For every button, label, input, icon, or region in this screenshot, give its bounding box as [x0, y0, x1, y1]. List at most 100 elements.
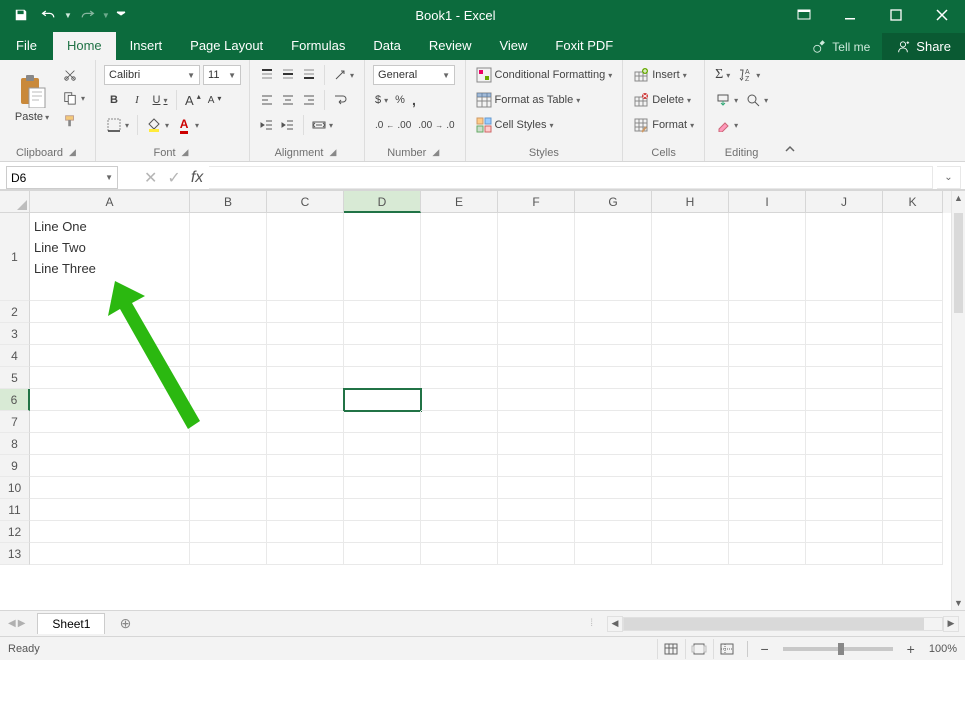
row-header[interactable]: 12: [0, 521, 30, 543]
cell[interactable]: [30, 367, 190, 389]
comma-button[interactable]: ,: [410, 90, 418, 110]
font-color-button[interactable]: A▾: [174, 115, 201, 135]
align-left-button[interactable]: [258, 90, 276, 110]
cell[interactable]: [729, 455, 806, 477]
cell[interactable]: [575, 301, 652, 323]
sort-filter-button[interactable]: AZ▾: [735, 65, 762, 85]
insert-function-icon[interactable]: fx: [191, 169, 203, 187]
column-header[interactable]: B: [190, 191, 267, 213]
increase-indent-button[interactable]: [279, 115, 297, 135]
row-header[interactable]: 13: [0, 543, 30, 565]
cell[interactable]: [190, 213, 267, 301]
cell[interactable]: [575, 389, 652, 411]
cell[interactable]: [421, 389, 498, 411]
column-header[interactable]: F: [498, 191, 575, 213]
hscroll-thumb[interactable]: [624, 618, 924, 630]
cell[interactable]: [344, 367, 421, 389]
cell[interactable]: [652, 367, 729, 389]
tab-insert[interactable]: Insert: [116, 32, 177, 60]
cell[interactable]: [652, 411, 729, 433]
cell[interactable]: [806, 433, 883, 455]
cell[interactable]: [30, 521, 190, 543]
cell[interactable]: [498, 477, 575, 499]
cell[interactable]: [344, 345, 421, 367]
cell[interactable]: [575, 213, 652, 301]
cell[interactable]: [729, 389, 806, 411]
ribbon-display-icon[interactable]: [781, 0, 827, 30]
cell[interactable]: [806, 389, 883, 411]
cell[interactable]: [190, 301, 267, 323]
cell[interactable]: [344, 477, 421, 499]
copy-button[interactable]: ▾: [60, 88, 87, 108]
wrap-text-button[interactable]: [331, 90, 349, 110]
cell[interactable]: [652, 477, 729, 499]
row-header[interactable]: 5: [0, 367, 30, 389]
cell[interactable]: [652, 213, 729, 301]
cell[interactable]: [652, 345, 729, 367]
cell[interactable]: [575, 499, 652, 521]
qat-customize[interactable]: [112, 2, 130, 28]
cell[interactable]: [729, 433, 806, 455]
cell[interactable]: [806, 323, 883, 345]
cell[interactable]: [267, 345, 344, 367]
cell[interactable]: [652, 301, 729, 323]
cell[interactable]: [729, 301, 806, 323]
format-painter-button[interactable]: [60, 111, 87, 131]
number-format-combo[interactable]: General▼: [373, 65, 455, 85]
cell[interactable]: [344, 455, 421, 477]
tab-foxit-pdf[interactable]: Foxit PDF: [541, 32, 627, 60]
underline-button[interactable]: U▾: [150, 90, 170, 110]
vertical-scrollbar[interactable]: ▲ ▼: [951, 191, 965, 610]
save-icon[interactable]: [8, 2, 34, 28]
cell[interactable]: [883, 389, 943, 411]
cell[interactable]: [652, 521, 729, 543]
align-right-button[interactable]: [300, 90, 318, 110]
column-header[interactable]: I: [729, 191, 806, 213]
tab-home[interactable]: Home: [53, 32, 116, 60]
scroll-down-icon[interactable]: ▼: [952, 596, 965, 610]
cell[interactable]: [421, 543, 498, 565]
vscroll-thumb[interactable]: [954, 213, 963, 313]
cell[interactable]: [806, 213, 883, 301]
cell[interactable]: [421, 213, 498, 301]
cell[interactable]: [729, 367, 806, 389]
cell[interactable]: [267, 411, 344, 433]
collapse-ribbon-button[interactable]: [778, 60, 802, 161]
cell[interactable]: [498, 389, 575, 411]
cell[interactable]: [498, 301, 575, 323]
zoom-slider[interactable]: [783, 647, 893, 651]
cell[interactable]: [498, 499, 575, 521]
share-button[interactable]: Share: [882, 33, 965, 60]
align-top-button[interactable]: [258, 65, 276, 85]
cell[interactable]: [421, 499, 498, 521]
cell-styles-button[interactable]: Cell Styles▾: [474, 115, 615, 135]
scroll-up-icon[interactable]: ▲: [952, 191, 965, 205]
insert-cells-button[interactable]: Insert▾: [631, 65, 696, 85]
fill-color-button[interactable]: ▾: [144, 115, 171, 135]
cell[interactable]: [421, 323, 498, 345]
cell[interactable]: [267, 433, 344, 455]
autosum-button[interactable]: Σ▾: [713, 65, 732, 85]
cell[interactable]: [190, 477, 267, 499]
cell[interactable]: [806, 301, 883, 323]
tab-file[interactable]: File: [0, 32, 53, 60]
cell[interactable]: [344, 499, 421, 521]
cell[interactable]: [806, 345, 883, 367]
cell[interactable]: [421, 345, 498, 367]
page-break-view-button[interactable]: [713, 639, 739, 659]
cell[interactable]: [883, 477, 943, 499]
cell[interactable]: [30, 477, 190, 499]
cell[interactable]: [883, 433, 943, 455]
cell[interactable]: [498, 433, 575, 455]
fill-button[interactable]: ▾: [713, 90, 740, 110]
cell[interactable]: [421, 411, 498, 433]
font-launcher[interactable]: ◢: [182, 147, 192, 157]
cell[interactable]: [498, 543, 575, 565]
cell[interactable]: [267, 323, 344, 345]
cell[interactable]: [729, 499, 806, 521]
tab-data[interactable]: Data: [359, 32, 414, 60]
cell[interactable]: [883, 213, 943, 301]
cell[interactable]: [652, 323, 729, 345]
cell[interactable]: [30, 389, 190, 411]
cell[interactable]: [652, 543, 729, 565]
